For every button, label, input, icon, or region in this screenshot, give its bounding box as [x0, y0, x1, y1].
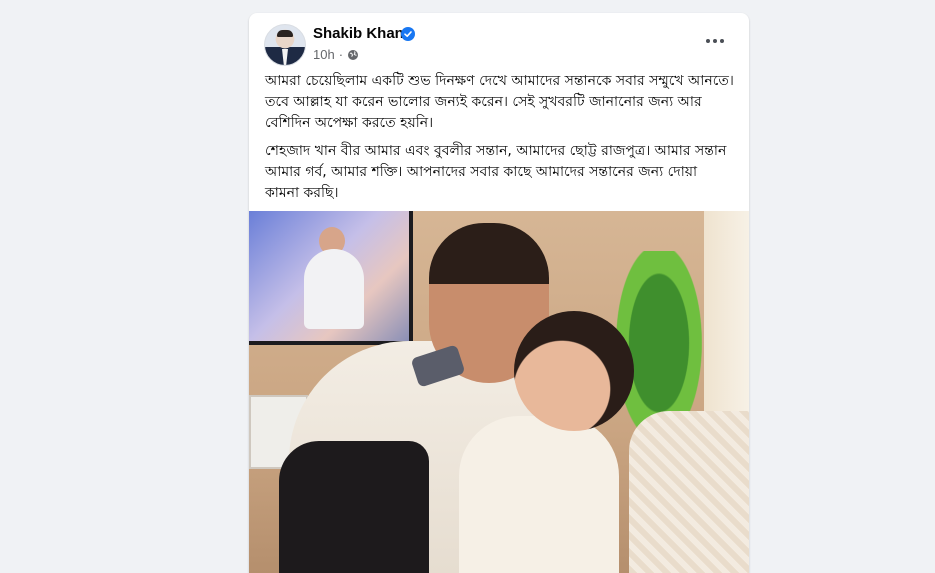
- avatar-hair: [277, 30, 293, 37]
- post-meta: 10h ·: [313, 47, 359, 62]
- post-card: Shakib Khan 10h · আমরা চেয়েছিলাম একটি শ…: [249, 13, 749, 573]
- photo-tv-screen: [249, 211, 413, 345]
- more-dot: [720, 39, 724, 43]
- photo-sofa: [629, 411, 749, 573]
- post-paragraph-1: আমরা চেয়েছিলাম একটি শুভ দিনক্ষণ দেখে আম…: [265, 73, 734, 131]
- author-name[interactable]: Shakib Khan: [313, 25, 404, 42]
- more-options-icon[interactable]: [699, 29, 731, 53]
- more-dot: [706, 39, 710, 43]
- post-text: আমরা চেয়েছিলাম একটি শুভ দিনক্ষণ দেখে আম…: [265, 71, 735, 211]
- photo-child-body: [459, 416, 619, 573]
- photo-dark-clothing: [279, 441, 429, 573]
- verified-badge-icon: [401, 27, 415, 41]
- post-header: Shakib Khan 10h ·: [249, 13, 749, 71]
- author-avatar[interactable]: [264, 24, 306, 66]
- post-photo[interactable]: [249, 211, 749, 573]
- post-paragraph-2: শেহজাদ খান বীর আমার এবং বুবলীর সন্তান, আ…: [265, 143, 727, 201]
- meta-separator: ·: [338, 47, 344, 62]
- avatar-shirt: [282, 49, 288, 65]
- photo-tv-figure: [304, 249, 364, 329]
- photo-child-head: [514, 311, 634, 431]
- more-dot: [713, 39, 717, 43]
- post-time[interactable]: 10h: [313, 47, 335, 62]
- globe-icon[interactable]: [347, 49, 359, 61]
